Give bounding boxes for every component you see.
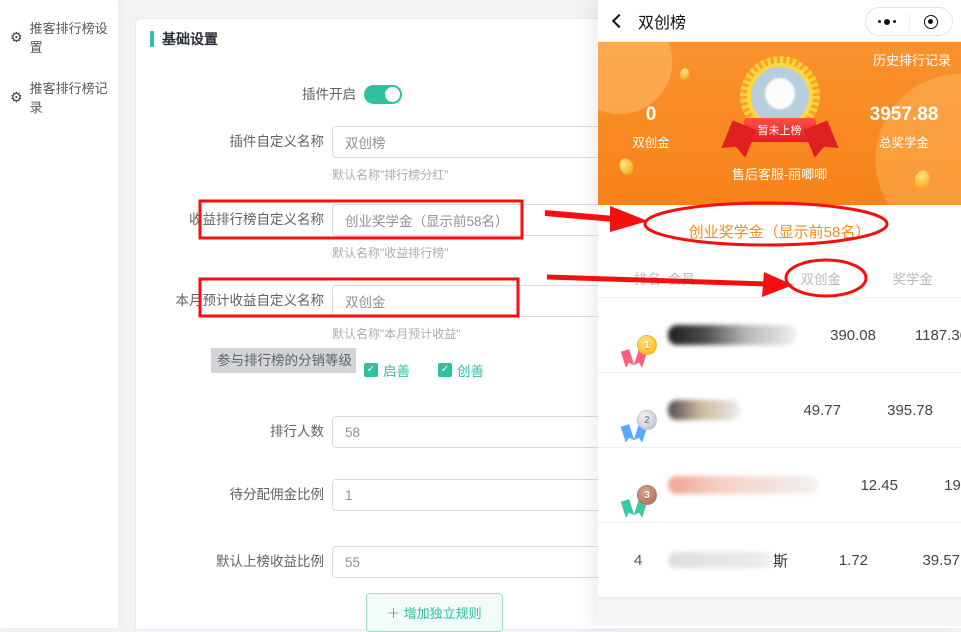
wechat-capsule — [865, 7, 953, 36]
title-accent-bar — [150, 31, 154, 47]
default-income-ratio-input[interactable] — [332, 546, 622, 578]
ranking-banner: 历史排行记录 暂未上榜 售后客服-丽唧唧 0 双创金 3957.88 总奖学金 — [598, 42, 961, 205]
close-minip-button[interactable] — [910, 8, 953, 35]
table-row: 2 49.77 395.78 — [598, 373, 961, 448]
sidebar-item-ranking-records[interactable]: ⚙ 推客排行榜记录 — [0, 70, 118, 124]
rank-count-label: 排行人数 — [136, 416, 324, 440]
masked-name — [668, 400, 740, 420]
row-value1: 49.77 — [761, 402, 841, 419]
right-stat-label: 总奖学金 — [861, 132, 947, 151]
table-row: 1 390.08 1187.36 — [598, 298, 961, 373]
more-menu-button[interactable] — [866, 8, 909, 35]
revenue-rank-name-hint: 默认名称"收益排行榜" — [332, 244, 622, 261]
left-stat-value: 0 — [618, 104, 684, 126]
checkbox-check-icon: ✓ — [438, 363, 452, 377]
monthly-income-name-hint: 默认名称"本月预计收益" — [332, 325, 622, 342]
masked-name — [668, 476, 818, 494]
row-value2: 39.57 — [868, 552, 960, 569]
row-value1: 390.08 — [796, 327, 876, 344]
row-value1: 1.72 — [788, 552, 868, 569]
monthly-income-name-label: 本月预计收益自定义名称 — [136, 285, 324, 309]
row-value2: 1187.36 — [876, 327, 961, 344]
plugin-enable-toggle[interactable] — [364, 85, 402, 104]
section-title: 基础设置 — [150, 29, 218, 49]
plugin-name-label: 插件自定义名称 — [136, 126, 324, 150]
rank-number: 4 — [634, 552, 642, 569]
default-income-ratio-label: 默认上榜收益比例 — [136, 546, 324, 570]
revenue-rank-name-label: 收益排行榜自定义名称 — [136, 204, 324, 228]
default-income-ratio-row: 默认上榜收益比例 — [136, 546, 622, 578]
sidebar-item-label: 推客排行榜记录 — [30, 78, 118, 116]
commission-ratio-row: 待分配佣金比例 — [136, 479, 622, 511]
not-ranked-ribbon: 暂未上榜 — [744, 118, 816, 142]
rank-count-row: 排行人数 — [136, 416, 622, 448]
name-suffix: 斯 — [773, 550, 788, 571]
coin-icon — [679, 67, 691, 81]
toggle-knob — [385, 87, 400, 102]
banner-username: 售后客服-丽唧唧 — [598, 164, 961, 183]
right-stat: 3957.88 总奖学金 — [861, 104, 947, 151]
ellipsis-icon — [878, 19, 896, 25]
rank-count-input[interactable] — [332, 416, 622, 448]
header-member: 会员 — [668, 268, 761, 288]
phone-footer-bar — [598, 598, 961, 626]
header-rank: 排名 — [634, 268, 668, 288]
masked-name — [668, 552, 772, 568]
plugin-enable-label: 插件开启 — [136, 79, 356, 103]
sidebar-item-ranking-settings[interactable]: ⚙ 推客排行榜设置 — [0, 10, 118, 64]
commission-ratio-label: 待分配佣金比例 — [136, 479, 324, 503]
settings-card: 基础设置 插件开启 插件自定义名称 默认名称"排行榜分红" 收益排行榜自定义名称… — [135, 18, 621, 630]
history-record-link[interactable]: 历史排行记录 — [873, 50, 951, 69]
masked-name — [668, 325, 796, 345]
distribution-levels-label: 参与排行榜的分销等级 — [211, 348, 356, 373]
header-jiangxuejin: 奖学金 — [841, 268, 933, 288]
back-icon[interactable] — [612, 13, 626, 27]
add-rule-button[interactable]: ＋ 增加独立规则 — [366, 593, 503, 632]
plugin-name-hint: 默认名称"排行榜分红" — [332, 166, 622, 183]
list-title: 创业奖学金（显示前58名） — [598, 205, 961, 258]
right-stat-value: 3957.88 — [861, 104, 947, 126]
monthly-income-name-input[interactable] — [332, 285, 622, 317]
sidebar-item-label: 推客排行榜设置 — [30, 18, 118, 56]
plugin-enable-row: 插件开启 — [136, 79, 622, 104]
circle-dot-icon — [924, 15, 938, 29]
phone-nav-bar: 双创榜 — [598, 0, 961, 42]
level-checkbox-chuangshan[interactable]: ✓ 创善 — [438, 360, 484, 380]
header-shuangchuangjin: 双创金 — [761, 268, 841, 288]
plus-icon: ＋ — [387, 606, 400, 621]
avatar — [751, 67, 809, 125]
plugin-name-input[interactable] — [332, 126, 622, 158]
plugin-name-row: 插件自定义名称 默认名称"排行榜分红" — [136, 126, 622, 183]
revenue-rank-name-input[interactable] — [332, 204, 622, 236]
gear-icon: ⚙ — [10, 90, 23, 104]
checkbox-check-icon: ✓ — [364, 363, 378, 377]
distribution-levels-row: 参与排行榜的分销等级 ✓ 启善 ✓ 创善 — [136, 353, 622, 380]
left-stat-label: 双创金 — [618, 132, 684, 151]
revenue-rank-name-row: 收益排行榜自定义名称 默认名称"收益排行榜" — [136, 204, 622, 261]
phone-preview: 双创榜 历史排行记录 暂未上榜 售后客服-丽唧唧 0 双创金 3957.88 总… — [598, 0, 961, 628]
monthly-income-name-row: 本月预计收益自定义名称 默认名称"本月预计收益" — [136, 285, 622, 342]
row-value2: 395.78 — [841, 402, 933, 419]
table-row: 4 斯 1.72 39.57 — [598, 523, 961, 598]
gear-icon: ⚙ — [10, 30, 23, 44]
table-header-row: 排名 会员 双创金 奖学金 — [598, 258, 961, 298]
phone-page-title: 双创榜 — [638, 9, 686, 33]
row-value1: 12.45 — [818, 477, 898, 494]
sidebar: ⚙ 推客排行榜设置 ⚙ 推客排行榜记录 — [0, 0, 118, 628]
commission-ratio-input[interactable] — [332, 479, 622, 511]
row-value2: 197.89 — [898, 477, 961, 494]
left-stat: 0 双创金 — [618, 104, 684, 151]
table-row: 3 12.45 197.89 — [598, 448, 961, 523]
level-checkbox-qishan[interactable]: ✓ 启善 — [364, 360, 410, 380]
